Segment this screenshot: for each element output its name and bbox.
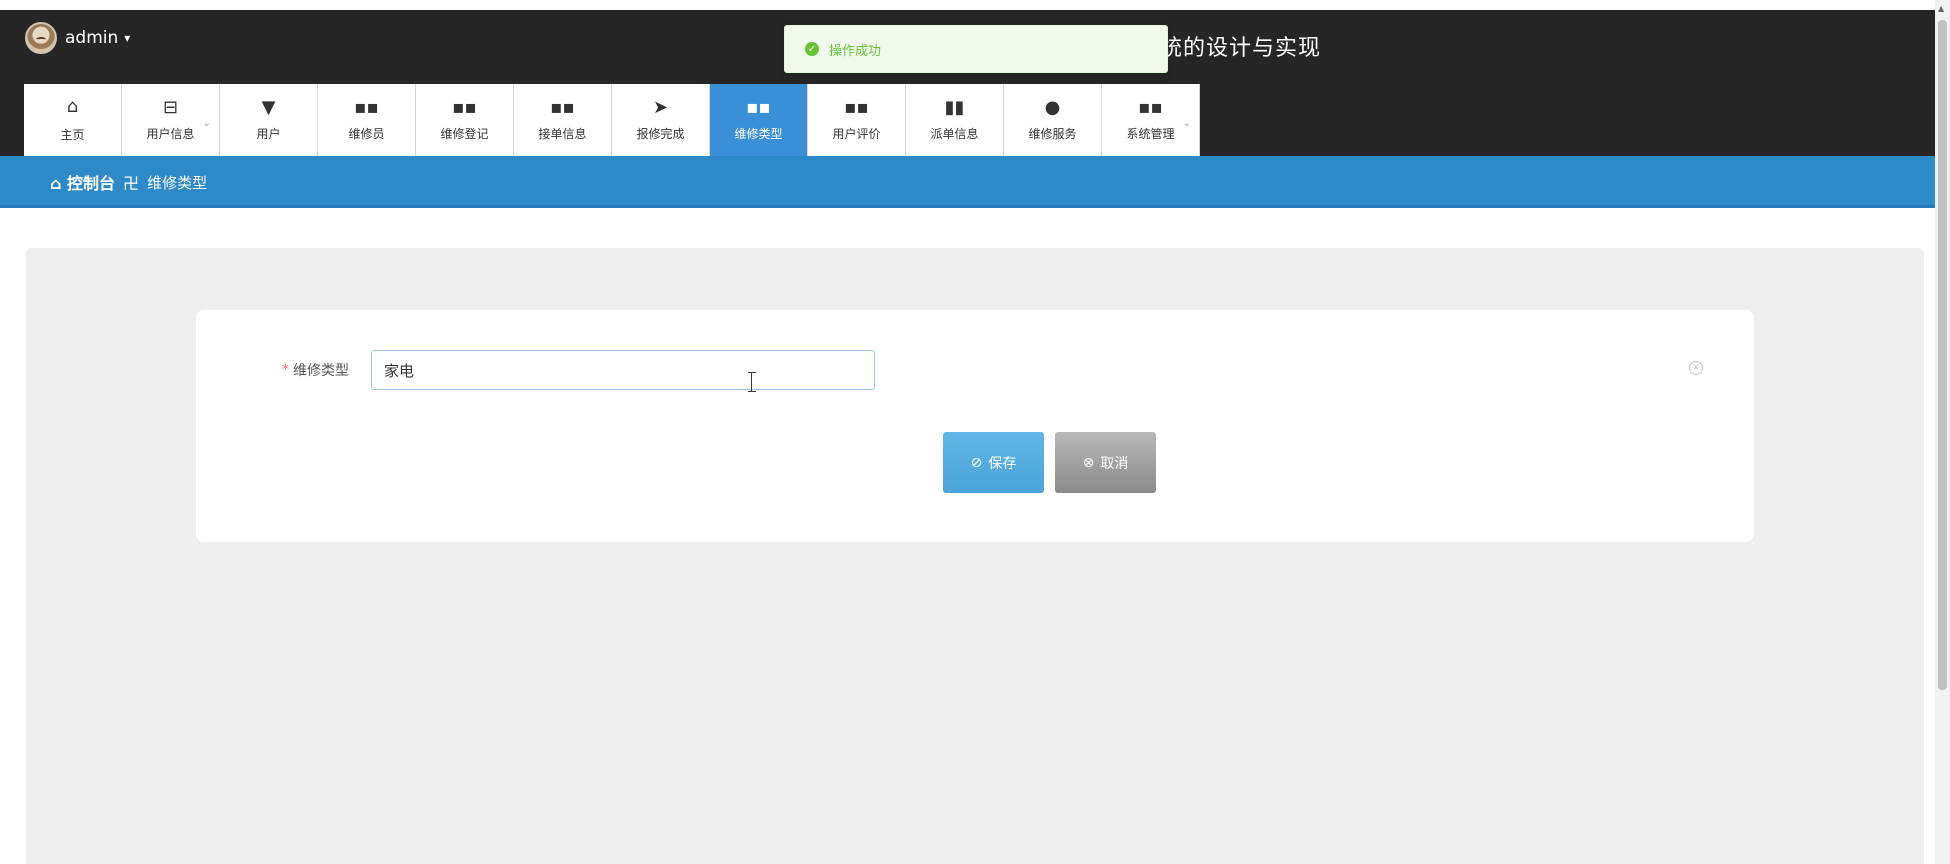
breadcrumb: ⌂ 控制台 卍 维修类型 bbox=[0, 156, 1935, 208]
nav-tab-label: 系统管理 bbox=[1126, 127, 1175, 141]
chevron-down-icon: ⌄ bbox=[1182, 118, 1191, 129]
nav-tab-label: 维修类型 bbox=[734, 127, 783, 141]
nav-tab[interactable]: ⌂ 主页 bbox=[24, 84, 122, 156]
nav-tab-label: 接单信息 bbox=[538, 127, 587, 141]
nav-tab-label: 用户信息 bbox=[146, 127, 195, 141]
main-nav: ⌂ 主页 ⊟ 用户信息 ⌄ ▼ 用户 ▪▪ 维修员 ▪▪ 维修登记 ▪▪ 接单信息 ➤ 报修完成 ▪▪ 维修类型… bbox=[0, 66, 1935, 156]
nav-tab-label: 报修完成 bbox=[636, 127, 685, 141]
toast-message: 操作成功 bbox=[829, 43, 882, 59]
nav-tab[interactable]: ➤ 报修完成 bbox=[612, 84, 710, 156]
close-circle-icon: ⊗ bbox=[1082, 454, 1095, 471]
nav-tab-icon: ⌂ bbox=[66, 96, 79, 117]
page-scrollbar[interactable]: ▲ bbox=[1935, 0, 1950, 864]
nav-tabs: ⌂ 主页 ⊟ 用户信息 ⌄ ▼ 用户 ▪▪ 维修员 ▪▪ 维修登记 ▪▪ 接单信息 ➤ 报修完成 ▪▪ 维修类型… bbox=[24, 84, 1200, 156]
repair-type-input[interactable] bbox=[371, 350, 875, 390]
nav-tab-icon: ▮▮ bbox=[944, 97, 965, 118]
app-title: 统的设计与实现 bbox=[1160, 36, 1322, 61]
nav-tab[interactable]: ▪▪ 维修员 bbox=[318, 84, 416, 156]
nav-tab-icon: ▪▪ bbox=[1138, 97, 1163, 118]
caret-down-icon: ▾ bbox=[124, 31, 131, 45]
breadcrumb-current: 维修类型 bbox=[147, 173, 208, 192]
nav-tab-icon: ● bbox=[1044, 97, 1061, 118]
clear-circle-icon[interactable]: ✕ bbox=[1689, 361, 1703, 375]
nav-tab-label: 派单信息 bbox=[930, 127, 979, 141]
success-toast: ✓ 操作成功 bbox=[784, 25, 1168, 73]
text-cursor bbox=[748, 372, 759, 392]
nav-tab-icon: ▼ bbox=[261, 97, 276, 118]
check-circle-icon: ✓ bbox=[805, 42, 819, 56]
scroll-up-icon[interactable]: ▲ bbox=[1938, 4, 1944, 13]
nav-tab[interactable]: ▪▪ 接单信息 bbox=[514, 84, 612, 156]
nav-tab[interactable]: ▪▪ 系统管理 ⌄ bbox=[1102, 84, 1200, 156]
cancel-button[interactable]: ⊗ 取消 bbox=[1055, 432, 1156, 493]
breadcrumb-separator-icon: 卍 bbox=[123, 174, 140, 193]
home-icon: ⌂ bbox=[50, 174, 62, 193]
nav-tab-label: 用户评价 bbox=[832, 127, 881, 141]
username: admin bbox=[65, 28, 119, 48]
nav-tab-label: 维修服务 bbox=[1028, 127, 1077, 141]
nav-tab-icon: ▪▪ bbox=[550, 97, 575, 118]
nav-tab-label: 用户 bbox=[256, 127, 281, 141]
chevron-down-icon: ⌄ bbox=[202, 118, 211, 129]
form-row-repair-type: * 维修类型 bbox=[282, 350, 875, 390]
nav-tab-label: 维修登记 bbox=[440, 127, 489, 141]
nav-tab[interactable]: ▪▪ 维修类型 bbox=[710, 84, 808, 156]
nav-tab-icon: ▪▪ bbox=[746, 97, 771, 118]
nav-tab-label: 维修员 bbox=[348, 127, 385, 141]
nav-tab[interactable]: ▼ 用户 bbox=[220, 84, 318, 156]
nav-tab-icon: ⊟ bbox=[162, 97, 179, 118]
required-mark: * bbox=[282, 362, 289, 378]
top-margin bbox=[0, 0, 1935, 10]
breadcrumb-home[interactable]: ⌂ 控制台 bbox=[50, 170, 115, 194]
form-card: * 维修类型 ✕ ⊘ 保存 ⊗ 取消 bbox=[196, 310, 1754, 542]
nav-tab[interactable]: ▮▮ 派单信息 bbox=[906, 84, 1004, 156]
field-label: 维修类型 bbox=[293, 363, 349, 379]
nav-tab[interactable]: ▪▪ 维修登记 bbox=[416, 84, 514, 156]
save-button[interactable]: ⊘ 保存 bbox=[943, 432, 1044, 493]
check-circle-icon: ⊘ bbox=[970, 454, 983, 471]
nav-tab-icon: ▪▪ bbox=[354, 97, 379, 118]
nav-tab-icon: ▪▪ bbox=[452, 97, 477, 118]
nav-tab[interactable]: ⊟ 用户信息 ⌄ bbox=[122, 84, 220, 156]
nav-tab-icon: ➤ bbox=[652, 97, 669, 118]
nav-tab[interactable]: ▪▪ 用户评价 bbox=[808, 84, 906, 156]
user-menu[interactable]: admin ▾ bbox=[25, 20, 130, 56]
nav-tab-icon: ▪▪ bbox=[844, 97, 869, 118]
nav-tab-label: 主页 bbox=[60, 128, 85, 142]
scrollbar-thumb[interactable] bbox=[1938, 20, 1947, 690]
nav-tab[interactable]: ● 维修服务 bbox=[1004, 84, 1102, 156]
main-content: * 维修类型 ✕ ⊘ 保存 ⊗ 取消 bbox=[26, 248, 1924, 864]
avatar bbox=[25, 22, 57, 54]
